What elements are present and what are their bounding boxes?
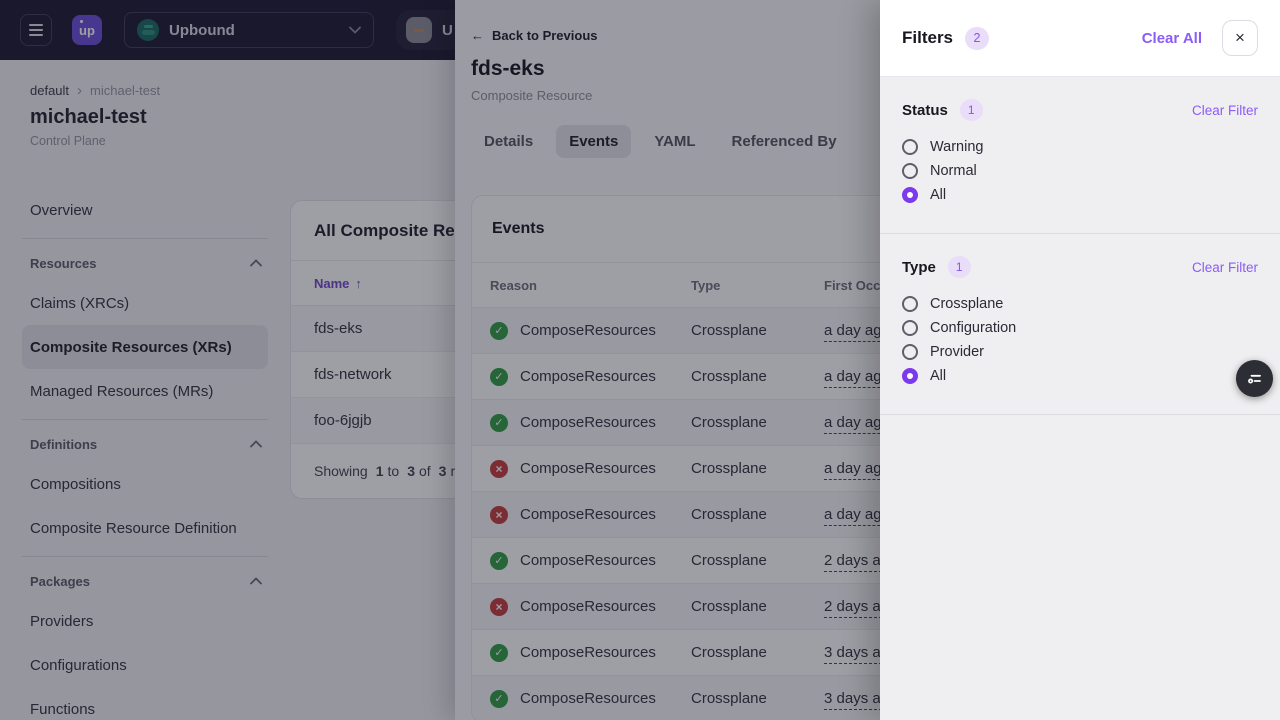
filters-count-badge: 2: [965, 27, 989, 50]
radio-checked-icon: [902, 368, 918, 384]
filter-section-status: Status 1 Clear Filter Warning Normal All: [880, 77, 1280, 234]
status-section-title: Status: [902, 102, 948, 119]
filter-icon: [1245, 369, 1264, 388]
close-icon: ×: [1235, 28, 1245, 48]
filters-panel: Filters 2 Clear All × Status 1 Clear Fil…: [880, 0, 1280, 720]
radio-icon: [902, 296, 918, 312]
radio-option-provider[interactable]: Provider: [902, 340, 1258, 364]
radio-option-configuration[interactable]: Configuration: [902, 316, 1258, 340]
clear-filter-button[interactable]: Clear Filter: [1192, 103, 1258, 118]
type-section-title: Type: [902, 259, 936, 276]
radio-icon: [902, 163, 918, 179]
radio-option-crossplane[interactable]: Crossplane: [902, 292, 1258, 316]
radio-option-all-type[interactable]: All: [902, 364, 1258, 388]
radio-checked-icon: [902, 187, 918, 203]
radio-option-warning[interactable]: Warning: [902, 135, 1258, 159]
radio-option-all-status[interactable]: All: [902, 183, 1258, 207]
clear-filter-button[interactable]: Clear Filter: [1192, 260, 1258, 275]
filters-header: Filters 2 Clear All ×: [880, 0, 1280, 77]
filters-title: Filters: [902, 28, 953, 48]
filter-section-type: Type 1 Clear Filter Crossplane Configura…: [880, 234, 1280, 415]
status-count-badge: 1: [960, 99, 983, 121]
clear-all-button[interactable]: Clear All: [1142, 30, 1202, 47]
radio-option-normal[interactable]: Normal: [902, 159, 1258, 183]
close-button[interactable]: ×: [1222, 20, 1258, 56]
filters-toggle-fab[interactable]: [1236, 360, 1273, 397]
radio-icon: [902, 139, 918, 155]
radio-icon: [902, 320, 918, 336]
type-count-badge: 1: [948, 256, 971, 278]
radio-icon: [902, 344, 918, 360]
